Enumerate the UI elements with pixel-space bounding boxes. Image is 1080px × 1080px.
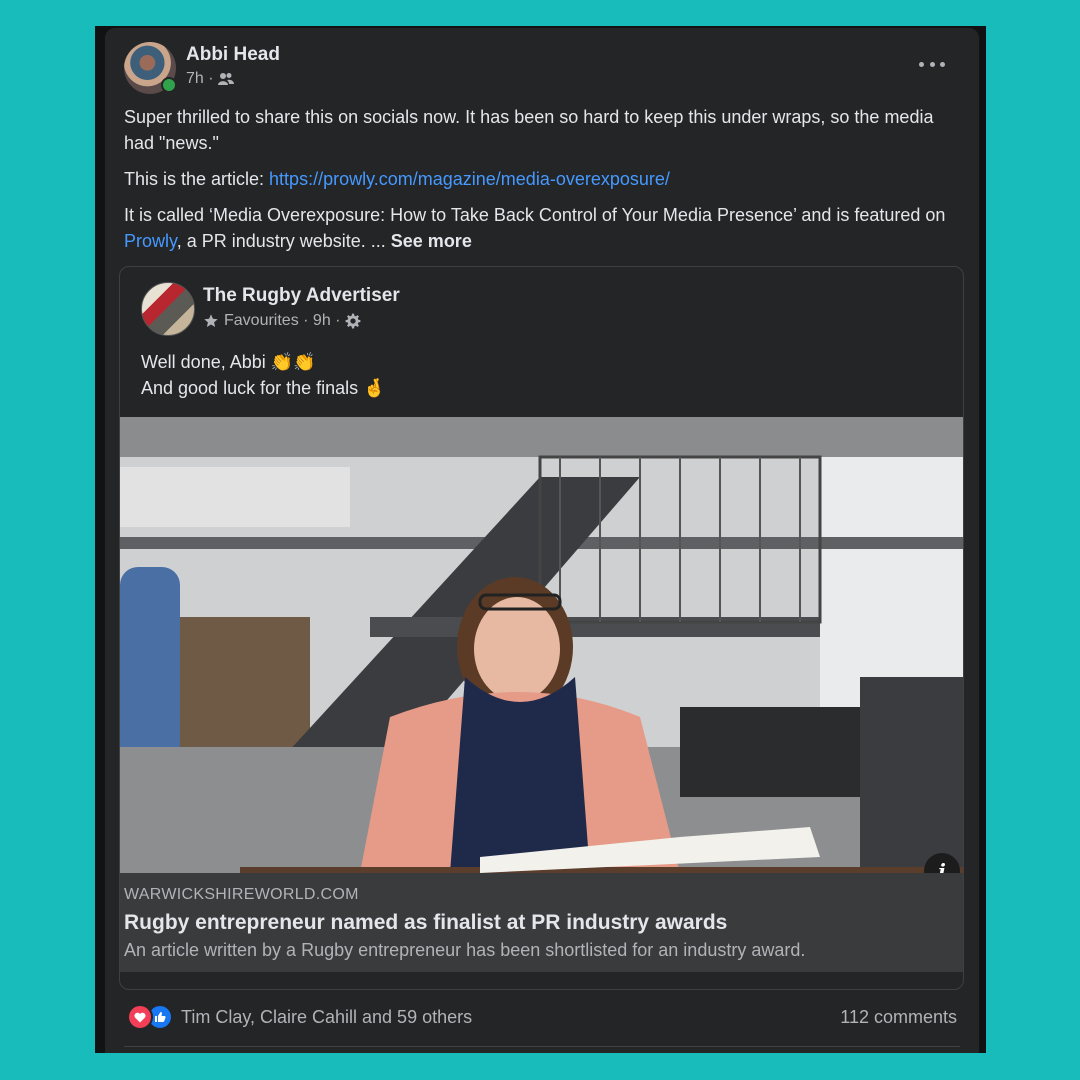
post-time[interactable]: 7h ·	[186, 70, 214, 88]
link-preview[interactable]: WARWICKSHIREWORLD.COM Rugby entrepreneur…	[120, 873, 963, 972]
footer-divider	[124, 1046, 960, 1047]
gear-icon[interactable]	[345, 313, 361, 329]
post-paragraph: This is the article: https://prowly.com/…	[124, 166, 964, 192]
post-meta: 7h ·	[186, 70, 234, 88]
shared-post-text: Well done, Abbi 👏👏 And good luck for the…	[141, 349, 386, 401]
shared-post-line: And good luck for the finals 🤞	[141, 378, 386, 398]
friends-audience-icon[interactable]	[217, 72, 234, 86]
link-description: An article written by a Rugby entreprene…	[124, 940, 806, 960]
reactions-text[interactable]: Tim Clay, Claire Cahill and 59 others	[181, 1007, 472, 1028]
shared-post-time[interactable]: Favourites · 9h ·	[224, 312, 340, 330]
link-domain: WARWICKSHIREWORLD.COM	[124, 886, 359, 903]
prowly-mention-link[interactable]: Prowly	[124, 231, 177, 251]
article-photo[interactable]: i	[120, 417, 963, 873]
shared-post[interactable]: The Rugby Advertiser Favourites · 9h · W…	[119, 266, 964, 990]
page-avatar[interactable]	[141, 282, 195, 336]
shared-post-meta: Favourites · 9h ·	[203, 312, 361, 330]
article-link[interactable]: https://prowly.com/magazine/media-overex…	[269, 169, 670, 189]
author-avatar[interactable]	[124, 42, 177, 94]
page-name[interactable]: The Rugby Advertiser	[203, 285, 400, 307]
photo-scene	[120, 417, 963, 873]
article-description: It is called ‘Media Overexposure: How to…	[124, 205, 946, 225]
post-paragraph: Super thrilled to share this on socials …	[124, 107, 934, 153]
link-headline[interactable]: Rugby entrepreneur named as finalist at …	[124, 911, 727, 935]
reactions-summary[interactable]: Tim Clay, Claire Cahill and 59 others	[127, 1004, 472, 1030]
star-icon	[204, 314, 218, 327]
love-reaction-icon	[127, 1004, 153, 1030]
article-description-end: , a PR industry website. ...	[176, 231, 391, 251]
author-name[interactable]: Abbi Head	[186, 44, 280, 66]
article-intro: This is the article:	[124, 169, 270, 189]
online-status-dot	[161, 77, 177, 93]
see-more-link[interactable]: See more	[391, 231, 472, 251]
post-card: Abbi Head 7h · Super thrilled to share t…	[105, 28, 979, 1053]
comments-count[interactable]: 112 comments	[840, 1007, 957, 1028]
post-body: Super thrilled to share this on socials …	[124, 104, 964, 264]
shared-post-line: Well done, Abbi 👏👏	[141, 352, 316, 372]
more-options-icon[interactable]	[919, 54, 945, 74]
post-paragraph: It is called ‘Media Overexposure: How to…	[124, 202, 964, 254]
